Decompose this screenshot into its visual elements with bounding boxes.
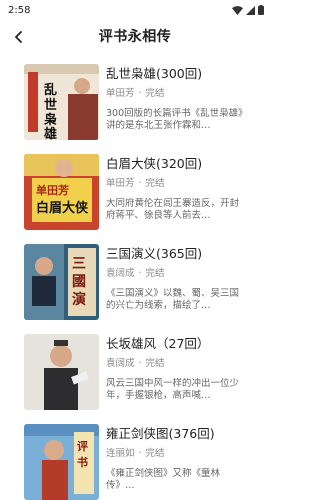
svg-text:雄: 雄 [43,126,57,140]
book-description: 《三国演义》以魏、蜀、吴三国的兴亡为线索，描绘了… [106,288,240,311]
book-title: 长坂雄风（27回） [106,336,210,351]
svg-text:书: 书 [77,455,88,469]
back-arrow-icon [15,31,22,43]
svg-text:枭: 枭 [43,112,57,128]
list-item[interactable]: 长坂雄风（27回） 袁阔成 · 完结 风云三国中风一样的冲出一位少年，手握银枪，… [0,330,270,410]
book-status: 完结 [145,448,165,459]
book-author: 袁阔成 [106,358,135,369]
book-description: 《雍正剑侠图》又称《童林传》… [106,468,221,491]
svg-text:演: 演 [72,291,86,308]
book-info: 白眉大侠(320回) 单田芳 · 完结 大同府黄伦在闾王寨造反，开封府蒋平、徐良… [106,156,256,222]
book-title: 三国演义(365回) [106,246,203,261]
battery-icon [258,5,264,15]
book-info: 雍正剑侠图(376回) 连丽如 · 完结 《雍正剑侠图》又称《童林传》… [106,426,256,492]
book-author: 单田芳 [106,88,135,99]
meta-separator: · [138,358,142,369]
book-cover: 单田芳 白眉大侠 [24,154,99,230]
book-meta: 袁阔成 · 完结 [106,268,256,280]
list-item[interactable]: 乱 世 枭 雄 乱世枭雄(300回) 单田芳 · 完结 300回版的长篇评书《乱… [0,60,270,140]
page-title: 评书永相传 [98,29,172,45]
book-cover: 乱 世 枭 雄 [24,64,99,140]
signal-icon [246,5,255,15]
svg-text:國: 國 [72,274,86,290]
book-status: 完结 [145,88,165,99]
meta-separator: · [138,268,142,279]
meta-separator: · [138,88,142,99]
status-time: 2:58 [8,4,31,16]
book-info: 三国演义(365回) 袁阔成 · 完结 《三国演义》以魏、蜀、吴三国的兴亡为线索… [106,246,256,312]
list-item[interactable]: 评 书 雍正剑侠图(376回) 连丽如 · 完结 《雍正剑侠图》又称《童林传》… [0,420,270,500]
svg-text:白眉大侠: 白眉大侠 [36,200,89,216]
book-info: 乱世枭雄(300回) 单田芳 · 完结 300回版的长篇评书《乱世枭雄》讲的是东… [106,66,256,132]
book-status: 完结 [145,268,165,279]
book-title: 雍正剑侠图(376回) [106,426,215,441]
wifi-icon [232,5,243,15]
book-status: 完结 [145,178,165,189]
book-cover: 三 國 演 [24,244,99,320]
book-meta: 袁阔成 · 完结 [106,358,256,370]
title-bar: 评书永相传 [0,22,270,50]
list-item[interactable]: 三 國 演 三国演义(365回) 袁阔成 · 完结 《三国演义》以魏、蜀、吴三国… [0,240,270,320]
status-icons [232,5,264,15]
book-description: 300回版的长篇评书《乱世枭雄》讲的是东北王张作霖和… [106,108,248,131]
book-author: 袁阔成 [106,268,135,279]
meta-separator: · [138,448,142,459]
svg-text:单田芳: 单田芳 [36,183,69,197]
book-description: 大同府黄伦在闾王寨造反，开封府蒋平、徐良等人前去… [106,198,240,221]
book-description: 风云三国中风一样的冲出一位少年，手握银枪，高声喊… [106,378,240,401]
book-meta: 单田芳 · 完结 [106,178,256,190]
book-cover: 评 书 [24,424,99,500]
book-meta: 单田芳 · 完结 [106,88,256,100]
book-status: 完结 [145,358,165,369]
svg-text:乱: 乱 [44,82,57,98]
meta-separator: · [138,178,142,189]
book-cover [24,334,99,410]
status-bar: 2:58 [0,0,270,20]
book-title: 白眉大侠(320回) [106,156,203,171]
book-title: 乱世枭雄(300回) [106,66,203,81]
svg-text:世: 世 [44,97,57,113]
back-button[interactable] [8,26,30,48]
book-author: 连丽如 [106,448,135,459]
svg-text:评: 评 [77,440,88,453]
book-author: 单田芳 [106,178,135,189]
list-item[interactable]: 单田芳 白眉大侠 白眉大侠(320回) 单田芳 · 完结 大同府黄伦在闾王寨造反… [0,150,270,230]
book-info: 长坂雄风（27回） 袁阔成 · 完结 风云三国中风一样的冲出一位少年，手握银枪，… [106,336,256,402]
svg-text:三: 三 [72,256,86,272]
book-meta: 连丽如 · 完结 [106,448,256,460]
